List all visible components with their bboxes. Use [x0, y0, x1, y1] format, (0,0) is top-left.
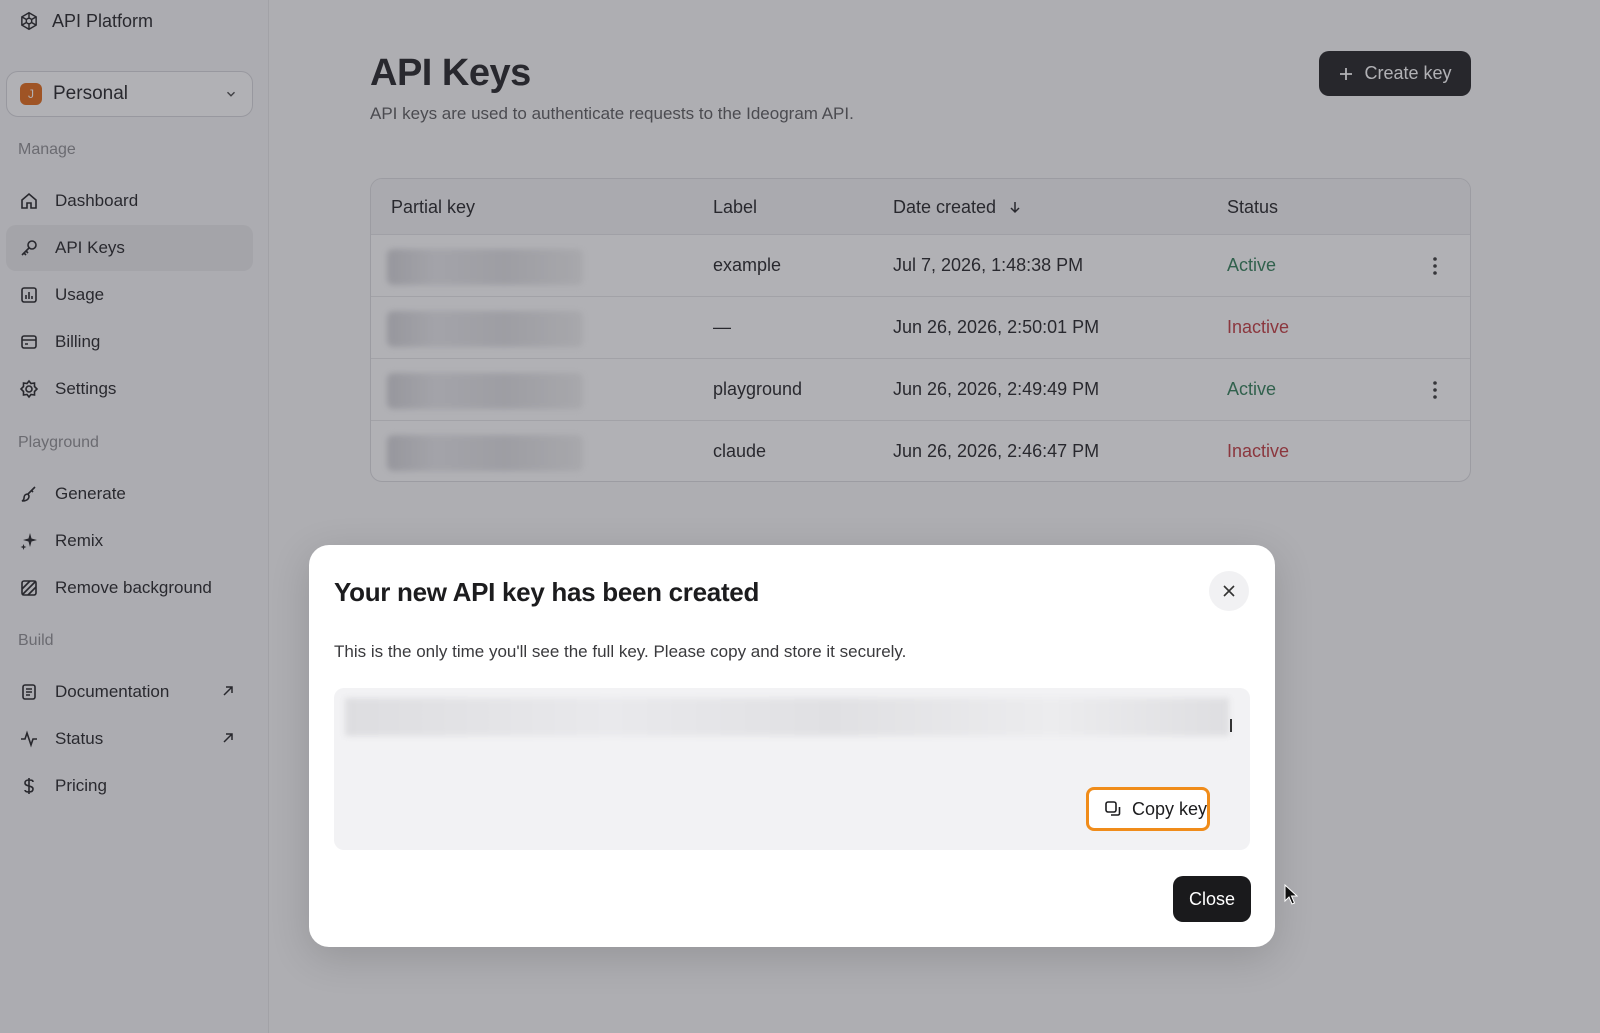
dialog-close-button[interactable] — [1209, 571, 1249, 611]
close-icon — [1223, 585, 1235, 597]
new-key-dialog: Your new API key has been created This i… — [309, 545, 1275, 947]
dialog-description: This is the only time you'll see the ful… — [334, 642, 907, 661]
text-caret — [1230, 719, 1232, 732]
close-button[interactable]: Close — [1173, 876, 1251, 922]
copy-key-label: Copy key — [1132, 798, 1208, 819]
mouse-cursor-icon — [1284, 884, 1298, 905]
copy-icon — [1105, 801, 1121, 816]
full-key-redacted — [345, 698, 1229, 736]
dialog-title: Your new API key has been created — [334, 577, 760, 607]
api-key-field[interactable]: Copy key — [334, 688, 1250, 850]
copy-key-button[interactable]: Copy key — [1086, 787, 1210, 831]
